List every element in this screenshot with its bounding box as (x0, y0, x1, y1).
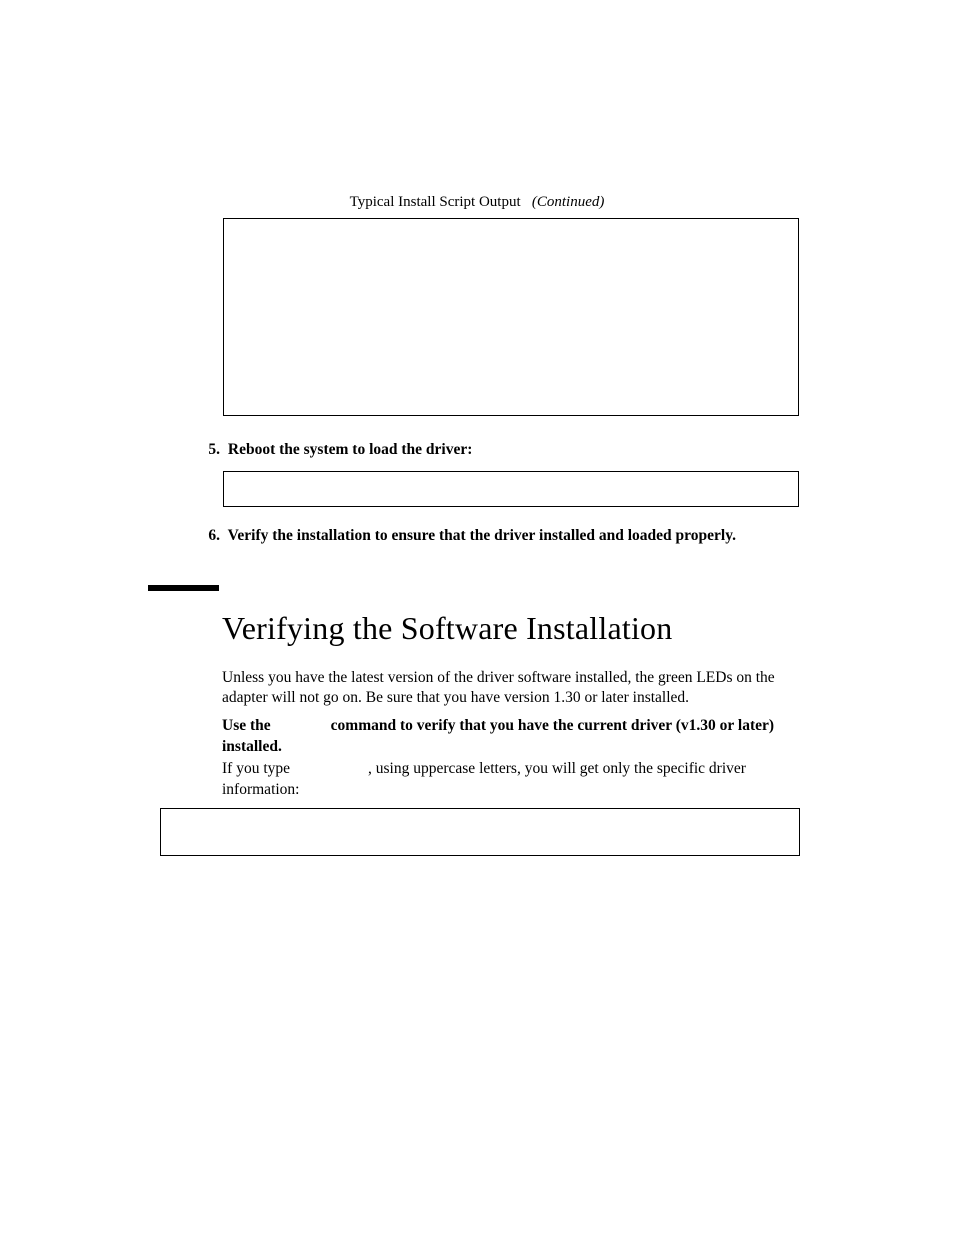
p3-part-a: If you type (222, 760, 290, 777)
p2-part-b: command to verify that you have the curr… (222, 717, 774, 755)
p2-part-a: Use the (222, 717, 271, 734)
p3-part-b: , using uppercase letters, you will get … (222, 760, 746, 798)
document-page: Typical Install Script Output (Continued… (0, 0, 954, 1235)
code-output-box-2 (223, 471, 799, 507)
step-5: 5. Reboot the system to load the driver: (198, 441, 802, 459)
code-output-box-3 (160, 808, 800, 856)
instruction-paragraph: Use thecommand to verify that you have t… (222, 716, 802, 758)
step-6: 6. Verify the installation to ensure tha… (198, 527, 802, 545)
step-5-number: 5. (198, 441, 220, 459)
section-heading: Verifying the Software Installation (222, 610, 672, 647)
caption-title: Typical Install Script Output (350, 194, 521, 210)
caption-continued: (Continued) (532, 194, 605, 210)
section-rule (148, 585, 219, 591)
step-6-number: 6. (198, 527, 220, 545)
note-paragraph: If you type, using uppercase letters, yo… (222, 759, 802, 801)
code-output-box-1 (223, 218, 799, 416)
step-6-text: Verify the installation to ensure that t… (228, 527, 736, 544)
table-caption: Typical Install Script Output (Continued… (0, 194, 954, 211)
step-5-text: Reboot the system to load the driver: (228, 441, 473, 458)
intro-paragraph: Unless you have the latest version of th… (222, 668, 802, 708)
